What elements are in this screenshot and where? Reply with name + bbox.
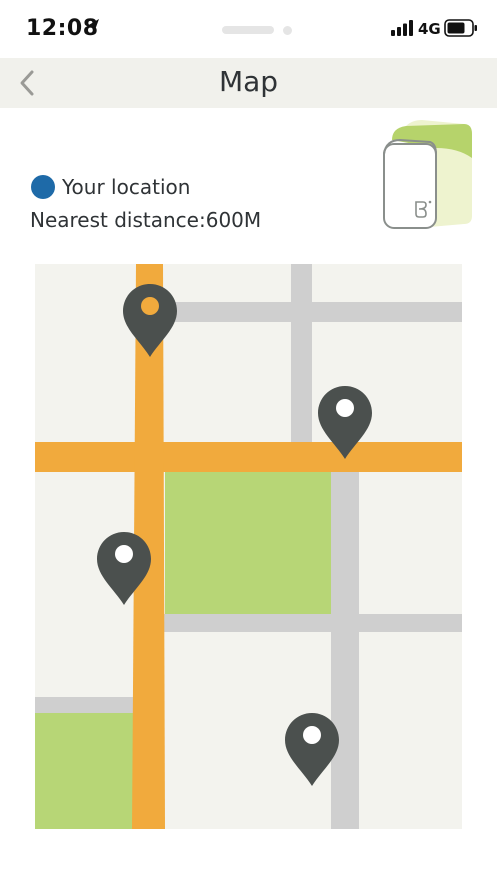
nav-bar: Map (0, 58, 497, 108)
page-title: Map (218, 65, 279, 98)
minor-road (331, 472, 359, 829)
status-bar: 12:08 4G (0, 0, 497, 58)
notch-pill (222, 26, 274, 34)
notch-dot (283, 26, 292, 35)
network-label: 4G (418, 20, 441, 38)
your-location-legend: Your location (31, 174, 190, 200)
minor-road (150, 614, 462, 632)
minor-road (35, 697, 145, 713)
signal-icon (391, 20, 413, 36)
main-road (35, 442, 462, 472)
battery-icon (444, 19, 477, 37)
station-pin[interactable] (285, 713, 339, 786)
minor-road (291, 264, 312, 444)
location-dot-icon (31, 175, 55, 199)
park-area (165, 472, 331, 614)
map-canvas[interactable] (35, 264, 462, 829)
power-bank-device-icon (383, 120, 472, 229)
map-view[interactable] (35, 264, 462, 829)
nearest-distance-text: Nearest distance:600M (30, 208, 262, 232)
park-area (35, 713, 134, 829)
your-location-label: Your location (62, 175, 191, 199)
location-arrow-icon (87, 19, 99, 34)
user-location-pin[interactable] (123, 284, 177, 357)
